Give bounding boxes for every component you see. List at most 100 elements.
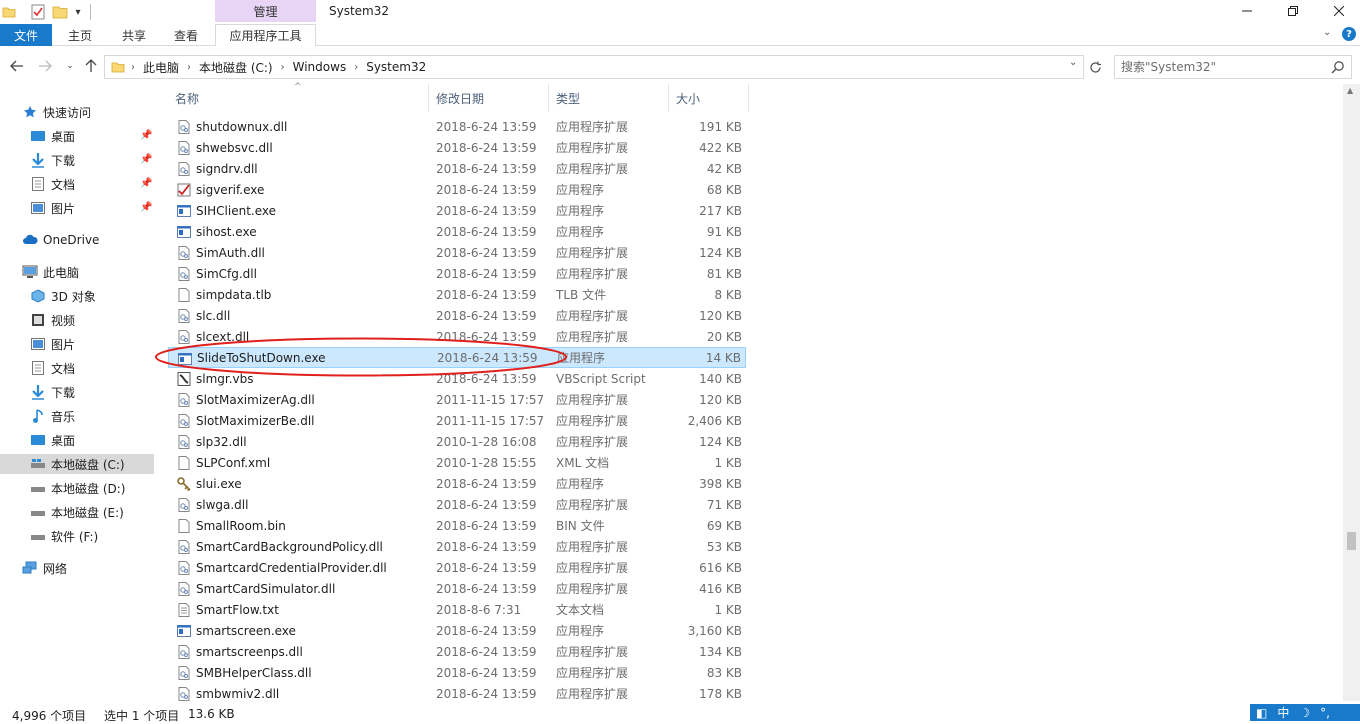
file-row[interactable]: SmartFlow.txt 2018-8-6 7:31 文本文档 1 KB — [168, 599, 746, 620]
nav-3d-objects[interactable]: 3D 对象 — [30, 286, 96, 306]
nav-desktop[interactable]: 桌面 — [30, 126, 75, 146]
file-row[interactable]: shwebsvc.dll 2018-6-24 13:59 应用程序扩展 422 KB — [168, 137, 746, 158]
column-header-size[interactable]: 大小 — [669, 84, 749, 112]
file-row[interactable]: SmallRoom.bin 2018-6-24 13:59 BIN 文件 69 KB — [168, 515, 746, 536]
nav-pictures[interactable]: 图片 — [30, 198, 75, 218]
nav-network[interactable]: 网络 — [22, 558, 67, 578]
file-date: 2018-6-24 13:59 — [436, 581, 537, 596]
nav-downloads[interactable]: 下载 — [30, 150, 75, 170]
file-type: 应用程序扩展 — [556, 645, 629, 659]
column-header-name[interactable]: 名称 — [168, 84, 429, 112]
file-row[interactable]: slc.dll 2018-6-24 13:59 应用程序扩展 120 KB — [168, 305, 746, 326]
address-dropdown-icon[interactable]: ⌄ — [1069, 57, 1077, 68]
address-bar[interactable]: › 此电脑 › 本地磁盘 (C:) › Windows › System32 — [104, 55, 1084, 79]
column-header-date[interactable]: 修改日期 — [429, 84, 549, 112]
refresh-button[interactable] — [1086, 55, 1104, 79]
search-input[interactable] — [1121, 59, 1321, 75]
nav-downloads-pc[interactable]: 下载 — [30, 382, 75, 402]
close-button[interactable] — [1316, 0, 1360, 22]
forward-button[interactable] — [36, 56, 54, 76]
file-row[interactable]: slui.exe 2018-6-24 13:59 应用程序 398 KB — [168, 473, 746, 494]
chevron-right-icon[interactable]: › — [279, 62, 287, 73]
expand-ribbon-icon[interactable]: ⌄ — [1323, 27, 1331, 38]
file-row[interactable]: SmartcardCredentialProvider.dll 2018-6-24… — [168, 557, 746, 578]
column-header-type[interactable]: 类型 — [549, 84, 669, 112]
file-row[interactable]: SLPConf.xml 2010-1-28 15:55 XML 文档 1 KB — [168, 452, 746, 473]
status-bar: 4,996 个项目 选中 1 个项目 13.6 KB — [0, 705, 1360, 723]
pin-icon[interactable]: 📌 — [140, 154, 152, 165]
dll-icon — [176, 665, 192, 681]
properties-icon[interactable] — [30, 3, 46, 21]
crumb-local-disk-c[interactable]: 本地磁盘 (C:) — [193, 59, 279, 76]
scroll-up-icon[interactable]: ▲ — [1347, 86, 1353, 95]
file-row[interactable]: sihost.exe 2018-6-24 13:59 应用程序 91 KB — [168, 221, 746, 242]
scrollbar-thumb[interactable] — [1347, 532, 1356, 550]
tab-view[interactable]: 查看 — [160, 24, 212, 46]
file-row[interactable]: slp32.dll 2010-1-28 16:08 应用程序扩展 124 KB — [168, 431, 746, 452]
file-row[interactable]: SmartCardBackgroundPolicy.dll 2018-6-24 1… — [168, 536, 746, 557]
crumb-this-pc[interactable]: 此电脑 — [137, 59, 185, 76]
crumb-system32[interactable]: System32 — [360, 60, 432, 74]
nav-desktop-pc[interactable]: 桌面 — [30, 430, 75, 450]
navigation-pane: 快速访问 桌面 📌 下载 📌 文档 📌 图片 📌 OneDrive 此电脑 3D… — [0, 96, 155, 701]
chevron-right-icon[interactable]: › — [352, 62, 360, 73]
file-row-selected[interactable]: SlideToShutDown.exe 2018-6-24 13:59 应用程序 14… — [168, 347, 746, 368]
crumb-windows[interactable]: Windows — [287, 60, 353, 74]
file-row[interactable]: SimAuth.dll 2018-6-24 13:59 应用程序扩展 124 KB — [168, 242, 746, 263]
pin-icon[interactable]: 📌 — [140, 178, 152, 189]
back-button[interactable] — [8, 56, 26, 76]
file-row[interactable]: simpdata.tlb 2018-6-24 13:59 TLB 文件 8 KB — [168, 284, 746, 305]
help-icon[interactable]: ? — [1342, 27, 1356, 41]
nav-this-pc[interactable]: 此电脑 — [22, 262, 79, 282]
windows-ink-icon: ◧ — [1256, 705, 1268, 720]
nav-software-f[interactable]: 软件 (F:) — [30, 526, 98, 546]
restore-button[interactable] — [1270, 0, 1316, 22]
ime-indicator[interactable]: ◧ 中 ☽ °, — [1250, 704, 1360, 721]
nav-documents-pc[interactable]: 文档 — [30, 358, 75, 378]
up-button[interactable] — [82, 56, 100, 76]
minimize-button[interactable] — [1224, 0, 1270, 22]
file-row[interactable]: shutdownux.dll 2018-6-24 13:59 应用程序扩展 191 K… — [168, 116, 746, 137]
tab-home[interactable]: 主页 — [54, 24, 106, 46]
recent-locations-icon[interactable]: ⌄ — [61, 56, 79, 76]
nav-label: 下载 — [51, 153, 76, 168]
file-size: 2,406 KB — [687, 413, 742, 428]
nav-pictures-pc[interactable]: 图片 — [30, 334, 75, 354]
new-folder-icon[interactable] — [52, 3, 68, 21]
file-row[interactable]: SlotMaximizerBe.dll 2011-11-15 17:57 应用程序扩… — [168, 410, 746, 431]
nav-videos[interactable]: 视频 — [30, 310, 75, 330]
pin-icon[interactable]: 📌 — [140, 130, 152, 141]
nav-music[interactable]: 音乐 — [30, 406, 75, 426]
nav-quick-access[interactable]: 快速访问 — [22, 102, 91, 122]
pin-icon[interactable]: 📌 — [140, 202, 152, 213]
drive-icon — [30, 528, 46, 544]
file-row[interactable]: SlotMaximizerAg.dll 2011-11-15 17:57 应用程序扩… — [168, 389, 746, 410]
file-row[interactable]: SmartCardSimulator.dll 2018-6-24 13:59 应用程… — [168, 578, 746, 599]
file-row[interactable]: SimCfg.dll 2018-6-24 13:59 应用程序扩展 81 KB — [168, 263, 746, 284]
customize-toolbar-icon[interactable]: ▾ — [72, 3, 84, 21]
file-row[interactable]: smartscreenps.dll 2018-6-24 13:59 应用程序扩展 13… — [168, 641, 746, 662]
nav-local-disk-c[interactable]: 本地磁盘 (C:) — [0, 454, 154, 474]
file-row[interactable]: slmgr.vbs 2018-6-24 13:59 VBScript Script 1… — [168, 368, 746, 389]
tab-share[interactable]: 共享 — [108, 24, 160, 46]
file-row[interactable]: SIHClient.exe 2018-6-24 13:59 应用程序 217 KB — [168, 200, 746, 221]
file-row[interactable]: SMBHelperClass.dll 2018-6-24 13:59 应用程序扩展 8… — [168, 662, 746, 683]
file-row[interactable]: slwga.dll 2018-6-24 13:59 应用程序扩展 71 KB — [168, 494, 746, 515]
nav-local-disk-d[interactable]: 本地磁盘 (D:) — [30, 478, 125, 498]
nav-documents[interactable]: 文档 — [30, 174, 75, 194]
tab-manage[interactable]: 管理 — [215, 0, 316, 22]
file-row[interactable]: smbwmiv2.dll 2018-6-24 13:59 应用程序扩展 178 KB — [168, 683, 746, 704]
chevron-right-icon[interactable]: › — [129, 62, 137, 73]
file-row[interactable]: sigverif.exe 2018-6-24 13:59 应用程序 68 KB — [168, 179, 746, 200]
search-icon[interactable] — [1331, 60, 1345, 74]
file-row[interactable]: slcext.dll 2018-6-24 13:59 应用程序扩展 20 KB — [168, 326, 746, 347]
nav-local-disk-e[interactable]: 本地磁盘 (E:) — [30, 502, 124, 522]
file-row[interactable]: signdrv.dll 2018-6-24 13:59 应用程序扩展 42 KB — [168, 158, 746, 179]
chevron-right-icon[interactable]: › — [185, 62, 193, 73]
tab-application-tools[interactable]: 应用程序工具 — [215, 24, 316, 46]
search-box[interactable] — [1114, 55, 1352, 79]
nav-onedrive[interactable]: OneDrive — [22, 230, 99, 250]
vertical-scrollbar[interactable]: ▲ — [1343, 84, 1360, 701]
file-row[interactable]: smartscreen.exe 2018-6-24 13:59 应用程序 3,160 … — [168, 620, 746, 641]
tab-file[interactable]: 文件 — [0, 24, 52, 46]
